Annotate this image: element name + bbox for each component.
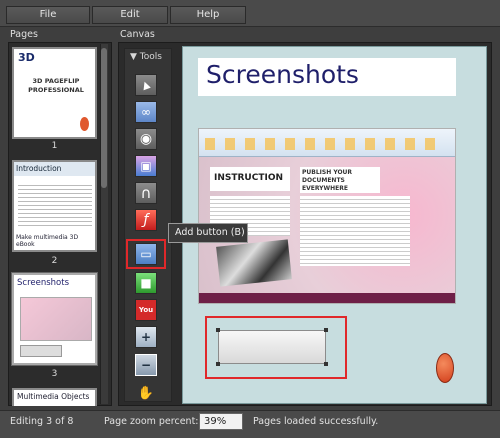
thumb-logo: 3D bbox=[18, 51, 35, 64]
embedded-bottom-bar bbox=[199, 293, 455, 303]
image-tool[interactable]: ▣ bbox=[135, 155, 157, 177]
thumb-text-lines bbox=[18, 182, 92, 228]
youtube-tool[interactable]: You bbox=[135, 299, 157, 321]
page-number-1: 1 bbox=[51, 141, 58, 151]
flash-tool[interactable]: ƒ bbox=[135, 209, 157, 231]
film-reel-icon: ◉ bbox=[139, 131, 153, 147]
thumb-subtitle: Make multimedia 3D eBook bbox=[16, 234, 79, 248]
embedded-heading-right: PUBLISH YOUR DOCUMENTS EVERYWHERE bbox=[300, 167, 380, 193]
youtube-icon: You bbox=[138, 306, 154, 314]
thumb-title: Multimedia Objects bbox=[17, 392, 90, 401]
video-tool[interactable]: ◉ bbox=[135, 128, 157, 150]
zoom-out-icon: − bbox=[140, 358, 152, 372]
zoom-in-icon: + bbox=[140, 330, 152, 344]
page-thumbnail-2[interactable]: Introduction Make multimedia 3D eBook bbox=[12, 160, 97, 252]
zoom-label: Page zoom percent: bbox=[104, 416, 199, 427]
thumb-title: Screenshots bbox=[17, 278, 70, 288]
flash-icon: ƒ bbox=[143, 212, 149, 228]
embedded-book-image bbox=[216, 239, 292, 287]
menu-file[interactable]: File bbox=[6, 6, 90, 24]
status-bar bbox=[0, 410, 500, 438]
embedded-text-right bbox=[300, 196, 410, 266]
picture-icon: ▣ bbox=[140, 159, 152, 173]
menu-edit[interactable]: Edit bbox=[92, 6, 168, 24]
select-tool[interactable]: ▲ bbox=[135, 74, 157, 96]
page-thumbnail-3[interactable]: Screenshots bbox=[12, 273, 97, 365]
page-thumbnail-4[interactable]: Multimedia Objects bbox=[12, 388, 97, 406]
audio-tool[interactable]: ∩ bbox=[135, 182, 157, 204]
thumb-ball-icon bbox=[80, 117, 89, 131]
tools-label: Tools bbox=[139, 52, 162, 62]
zoom-in-tool[interactable]: + bbox=[135, 326, 157, 348]
tooltip: Add button (B) bbox=[168, 223, 248, 243]
thumb-button bbox=[20, 345, 62, 357]
link-icon: ∞ bbox=[141, 105, 151, 119]
resize-handle[interactable] bbox=[324, 328, 328, 332]
hand-icon: ✋ bbox=[137, 385, 155, 401]
resize-handle[interactable] bbox=[324, 362, 328, 366]
thumb-screenshot bbox=[20, 297, 92, 341]
pan-tool[interactable]: ✋ bbox=[135, 382, 157, 404]
embedded-heading-left: INSTRUCTION bbox=[210, 167, 290, 191]
headphones-icon: ∩ bbox=[140, 184, 152, 202]
arrow-icon: ▲ bbox=[140, 78, 152, 92]
canvas-header: Canvas bbox=[120, 29, 155, 40]
thumb-title: 3D PAGEFLIP PROFESSIONAL bbox=[28, 77, 84, 94]
pages-header: Pages bbox=[10, 29, 38, 40]
editing-status: Editing 3 of 8 bbox=[10, 416, 74, 427]
pages-scroll-thumb[interactable] bbox=[101, 48, 107, 188]
ribbon-icons bbox=[205, 138, 445, 150]
tools-header: ▼ Tools bbox=[130, 52, 162, 62]
green-square-icon: ■ bbox=[140, 276, 152, 290]
thumb-title: Introduction bbox=[14, 162, 95, 176]
link-tool[interactable]: ∞ bbox=[135, 101, 157, 123]
shape-tool[interactable]: ■ bbox=[135, 272, 157, 294]
resize-handle[interactable] bbox=[216, 328, 220, 332]
page-title: Screenshots bbox=[206, 60, 359, 89]
zoom-out-tool[interactable]: − bbox=[135, 354, 157, 376]
embedded-ribbon bbox=[199, 129, 455, 157]
status-message: Pages loaded successfully. bbox=[253, 416, 379, 427]
tool-highlight-frame bbox=[126, 239, 166, 269]
page-thumbnail-1[interactable]: 3D 3D PAGEFLIP PROFESSIONAL bbox=[12, 47, 97, 139]
triangle-down-icon: ▼ bbox=[130, 52, 137, 62]
zoom-percent-input[interactable]: 39% bbox=[199, 413, 243, 430]
page-number-2: 2 bbox=[51, 256, 58, 266]
added-button[interactable] bbox=[218, 330, 326, 364]
page-number-3: 3 bbox=[51, 369, 58, 379]
menu-help[interactable]: Help bbox=[170, 6, 246, 24]
orange-ball-icon bbox=[436, 353, 454, 383]
resize-handle[interactable] bbox=[216, 362, 220, 366]
